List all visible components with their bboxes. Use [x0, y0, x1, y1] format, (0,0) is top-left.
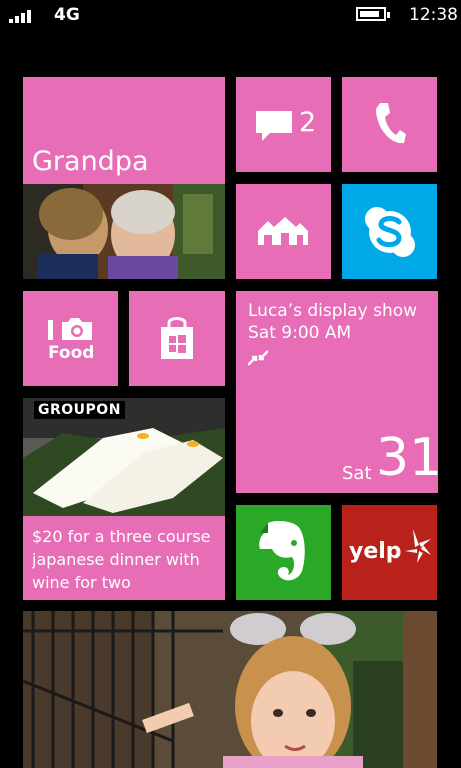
contact-name: Grandpa: [32, 146, 149, 177]
day-number: 31: [376, 428, 438, 488]
phone-tile[interactable]: [342, 77, 437, 172]
food-camera-tile[interactable]: Food: [23, 291, 118, 386]
network-type: 4G: [54, 5, 80, 25]
store-tile[interactable]: [129, 291, 225, 386]
skype-icon: [363, 205, 417, 263]
contact-tile-grandpa[interactable]: Grandpa: [23, 77, 225, 279]
girl-photo: [23, 611, 437, 768]
elephant-icon: [256, 519, 310, 589]
evernote-tile[interactable]: [236, 505, 331, 600]
battery-level: [360, 11, 379, 17]
status-bar: 4G 12:38: [0, 0, 461, 32]
day-of-week: Sat: [342, 463, 372, 484]
family-room-tile[interactable]: [236, 184, 331, 279]
arrows-icon: [247, 349, 269, 371]
messaging-tile[interactable]: 2: [236, 77, 331, 172]
calendar-tile[interactable]: Luca’s display show Sat 9:00 AM Sat 31: [236, 291, 438, 493]
yelp-burst-icon: [405, 527, 433, 571]
deal-text: $20 for a three course japanese dinner w…: [32, 527, 211, 592]
phone-icon: [374, 101, 406, 151]
tile-label: Food: [48, 343, 95, 363]
yelp-logo: yelp: [349, 539, 402, 564]
unread-count: 2: [299, 107, 317, 138]
groupon-logo: GROUPON: [34, 401, 125, 419]
shopping-bag-icon: [159, 315, 195, 365]
camera-icon: [48, 318, 94, 346]
event-time: Sat 9:00 AM: [248, 323, 352, 343]
event-title: Luca’s display show: [248, 301, 418, 321]
yelp-tile[interactable]: yelp: [342, 505, 437, 600]
houses-icon: [258, 217, 308, 251]
signal-bars-icon: [9, 7, 35, 23]
skype-tile[interactable]: [342, 184, 437, 279]
message-bubble-icon: [254, 109, 294, 147]
photos-tile[interactable]: [23, 611, 437, 768]
battery-icon: [356, 7, 390, 21]
contact-photo: [23, 184, 225, 279]
groupon-tile[interactable]: GROUPON $20 for a three course japanese …: [23, 398, 225, 600]
clock: 12:38: [409, 5, 458, 25]
